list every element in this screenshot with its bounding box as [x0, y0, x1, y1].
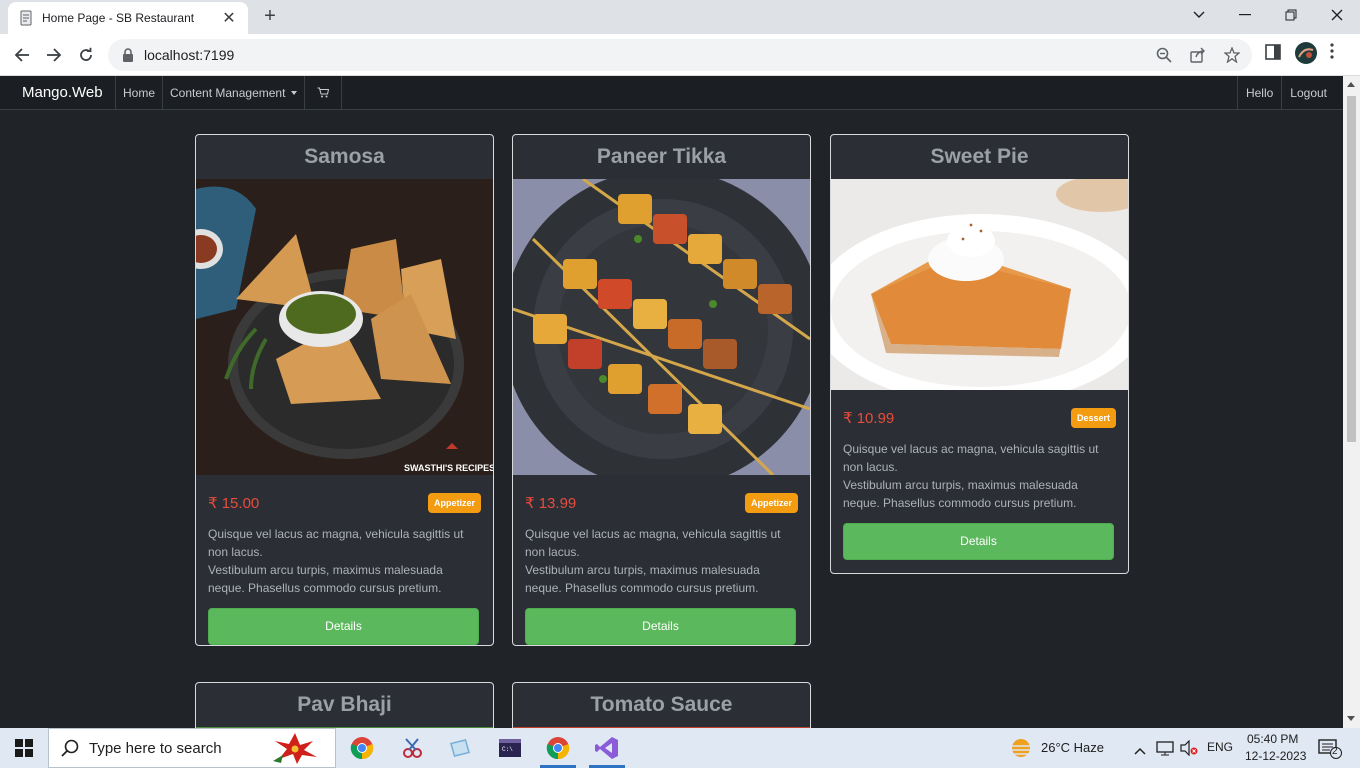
- details-button[interactable]: Details: [843, 523, 1114, 560]
- svg-text:C:\: C:\: [502, 746, 513, 753]
- search-icon: [61, 739, 79, 757]
- windows-start-icon[interactable]: [0, 728, 48, 768]
- nav-hello-link[interactable]: Hello: [1236, 76, 1281, 109]
- volume-muted-icon[interactable]: [1180, 739, 1198, 761]
- product-name: Samosa: [304, 145, 385, 168]
- product-name: Pav Bhaji: [297, 693, 392, 716]
- product-name: Sweet Pie: [930, 145, 1029, 168]
- product-card: Sweet Pie ₹ 10.99 Dessert Quisque vel la…: [830, 134, 1129, 574]
- tab-search-icon[interactable]: [1176, 0, 1222, 30]
- share-icon[interactable]: [1188, 45, 1208, 65]
- taskbar: Type here to search C:\ 26°C Haze ENG 05…: [0, 728, 1360, 768]
- caret-down-icon: [291, 90, 298, 95]
- product-description: Quisque vel lacus ac magna, vehicula sag…: [525, 525, 798, 597]
- scroll-up-icon[interactable]: [1347, 82, 1355, 87]
- chrome-active-taskbar-icon[interactable]: [534, 728, 582, 768]
- scrollbar-thumb[interactable]: [1347, 96, 1356, 442]
- poinsettia-icon: [273, 733, 317, 764]
- nav-logout-link[interactable]: Logout: [1281, 76, 1343, 109]
- product-description: Quisque vel lacus ac magna, vehicula sag…: [843, 440, 1116, 512]
- product-card: Tomato Sauce: [512, 682, 811, 728]
- restore-icon[interactable]: [1268, 0, 1314, 30]
- app-navbar: Mango.Web Home Content Management Hello …: [0, 76, 1343, 110]
- tab-title: Home Page - SB Restaurant: [42, 11, 195, 25]
- clock-time[interactable]: 05:40 PM: [1247, 732, 1298, 746]
- browser-tab-strip: Home Page - SB Restaurant ✕ +: [0, 0, 1360, 34]
- product-price: ₹ 15.00: [208, 495, 260, 512]
- product-name: Paneer Tikka: [596, 145, 727, 168]
- taskbar-search-box[interactable]: Type here to search: [48, 728, 336, 768]
- product-name: Tomato Sauce: [590, 693, 733, 716]
- category-badge: Appetizer: [427, 493, 481, 513]
- description-line: Vestibulum arcu turpis, maximus malesuad…: [208, 563, 443, 595]
- paneer-tikka-image: [513, 179, 810, 475]
- lock-icon: [123, 48, 133, 62]
- visual-studio-icon[interactable]: [583, 728, 631, 768]
- browser-toolbar: localhost:7199: [0, 34, 1360, 76]
- nav-content-management-dropdown[interactable]: Content Management: [163, 76, 306, 109]
- description-line: Vestibulum arcu turpis, maximus malesuad…: [843, 478, 1078, 510]
- description-line: Vestibulum arcu turpis, maximus malesuad…: [525, 563, 760, 595]
- description-line: Quisque vel lacus ac magna, vehicula sag…: [843, 442, 1099, 474]
- back-icon[interactable]: [9, 43, 35, 67]
- samosa-image: SWASTHI'S RECIPES: [196, 179, 493, 475]
- browser-menu-icon[interactable]: [1330, 43, 1334, 59]
- nav-content-management-label: Content Management: [170, 85, 286, 100]
- language-indicator[interactable]: ENG: [1207, 740, 1233, 754]
- details-button[interactable]: Details: [208, 608, 479, 645]
- page-icon: [20, 10, 32, 26]
- search-placeholder: Type here to search: [89, 739, 222, 757]
- close-window-icon[interactable]: [1314, 0, 1360, 30]
- category-badge: Dessert: [1070, 408, 1116, 428]
- scroll-down-icon[interactable]: [1347, 716, 1355, 721]
- product-price: ₹ 13.99: [525, 495, 577, 512]
- reload-icon[interactable]: [73, 43, 99, 67]
- sweet-pie-image: [831, 179, 1128, 390]
- notes-app-icon[interactable]: [436, 728, 484, 768]
- chevron-up-icon[interactable]: [1134, 742, 1146, 760]
- tab-close-icon[interactable]: ✕: [220, 8, 238, 28]
- weather-text[interactable]: 26°C Haze: [1041, 740, 1104, 755]
- image-watermark: SWASTHI'S RECIPES: [404, 463, 493, 473]
- clock-date[interactable]: 12-12-2023: [1245, 749, 1306, 763]
- description-line: Quisque vel lacus ac magna, vehicula sag…: [525, 527, 781, 559]
- new-tab-icon[interactable]: +: [258, 6, 282, 28]
- address-bar[interactable]: localhost:7199: [108, 39, 1252, 71]
- notification-count: 2: [1332, 746, 1338, 757]
- network-icon[interactable]: [1156, 740, 1174, 761]
- page-viewport: Mango.Web Home Content Management Hello …: [0, 76, 1343, 728]
- browser-tab[interactable]: Home Page - SB Restaurant ✕: [8, 2, 248, 34]
- bookmark-star-icon[interactable]: [1222, 45, 1242, 65]
- product-description: Quisque vel lacus ac magna, vehicula sag…: [208, 525, 481, 597]
- product-card: Paneer Tikka ₹ 13.99 Appetizer Quisque v…: [512, 134, 811, 646]
- product-card: Pav Bhaji: [195, 682, 494, 728]
- category-badge: Appetizer: [744, 493, 798, 513]
- chrome-taskbar-icon[interactable]: [338, 728, 386, 768]
- terminal-icon[interactable]: C:\: [486, 728, 534, 768]
- snipping-tool-icon[interactable]: [388, 728, 436, 768]
- minimize-icon[interactable]: [1222, 0, 1268, 30]
- url-text: localhost:7199: [144, 47, 235, 63]
- cart-icon[interactable]: [305, 76, 343, 109]
- product-price: ₹ 10.99: [843, 410, 895, 427]
- side-panel-icon[interactable]: [1264, 43, 1282, 61]
- zoom-icon[interactable]: [1154, 45, 1174, 65]
- profile-avatar[interactable]: [1294, 41, 1318, 65]
- weather-icon[interactable]: [1010, 737, 1032, 764]
- brand-link[interactable]: Mango.Web: [0, 76, 116, 109]
- page-scrollbar[interactable]: [1343, 76, 1360, 728]
- nav-home-link[interactable]: Home: [116, 76, 164, 109]
- product-card: Samosa SWASTHI'S RECIPES ₹ 15.00 Appetiz…: [195, 134, 494, 646]
- details-button[interactable]: Details: [525, 608, 796, 645]
- notification-icon[interactable]: 2: [1318, 739, 1342, 764]
- forward-icon[interactable]: [41, 43, 67, 67]
- description-line: Quisque vel lacus ac magna, vehicula sag…: [208, 527, 464, 559]
